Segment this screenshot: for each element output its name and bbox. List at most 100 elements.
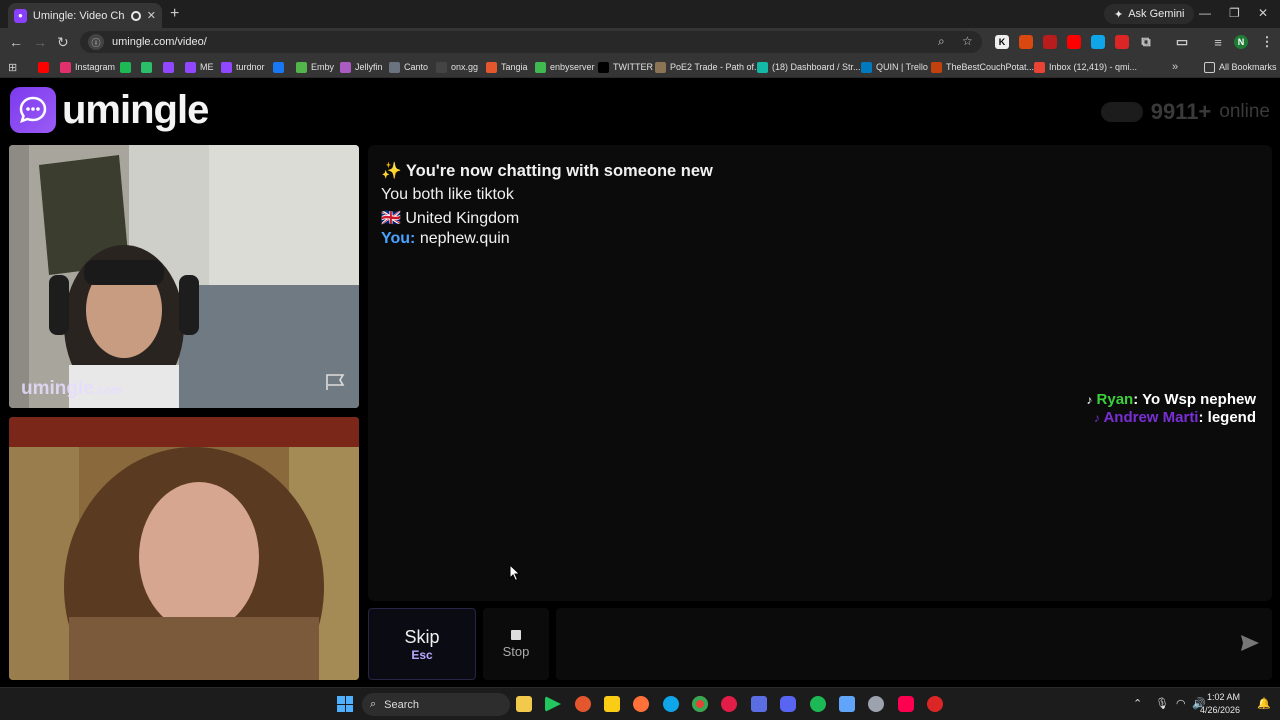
folder-icon bbox=[1204, 61, 1215, 73]
bookmark-item[interactable]: TheBestCouchPotat... bbox=[931, 60, 1034, 74]
bookmark-favicon-icon bbox=[655, 61, 666, 73]
bookmark-item[interactable] bbox=[120, 60, 131, 74]
bookmark-item[interactable] bbox=[163, 60, 174, 74]
you-message-text: nephew.quin bbox=[419, 230, 510, 247]
bookmark-label: Instagram bbox=[75, 62, 116, 72]
bookmark-favicon-icon bbox=[861, 61, 872, 73]
tab-search-icon[interactable]: ▭ bbox=[1175, 34, 1189, 49]
umingle-page: umingle 9911+ online umingle.com ✨ You'r… bbox=[0, 79, 1280, 687]
umingle-logo[interactable]: umingle bbox=[10, 87, 209, 133]
edge-icon[interactable] bbox=[663, 696, 679, 712]
bookmark-item[interactable]: Emby bbox=[296, 60, 334, 74]
bookmark-item[interactable]: Jellyfin bbox=[340, 60, 383, 74]
sticky-notes-icon[interactable] bbox=[604, 696, 620, 712]
extension-fox-icon[interactable] bbox=[1019, 35, 1033, 49]
ask-gemini-button[interactable]: ✦ Ask Gemini bbox=[1104, 4, 1195, 24]
bookmark-item[interactable]: QUIN | Trello bbox=[861, 60, 928, 74]
bookmark-item[interactable] bbox=[273, 60, 284, 74]
recording-indicator-icon bbox=[131, 10, 141, 21]
opera-icon[interactable] bbox=[721, 696, 737, 712]
url-text[interactable]: umingle.com/video/ bbox=[112, 36, 207, 48]
notification-bell-icon[interactable]: 🔔 bbox=[1257, 697, 1271, 710]
bookmark-favicon-icon bbox=[120, 61, 131, 73]
all-bookmarks-button[interactable]: All Bookmarks bbox=[1204, 60, 1277, 74]
online-toggle[interactable] bbox=[1100, 102, 1143, 122]
bookmark-label: Tangia bbox=[501, 62, 528, 72]
omnibox[interactable]: ⓘ umingle.com/video/ ⌕ ☆ bbox=[80, 31, 982, 53]
notepad-icon[interactable] bbox=[839, 696, 855, 712]
media-player-icon[interactable] bbox=[545, 696, 561, 712]
online-count: 9911+ bbox=[1150, 99, 1212, 124]
bookmark-item[interactable]: enbyserver bbox=[535, 60, 595, 74]
tray-overflow-icon[interactable]: ⌃ bbox=[1133, 697, 1142, 710]
bookmark-favicon-icon bbox=[185, 61, 196, 73]
bookmark-star-icon[interactable]: ☆ bbox=[962, 34, 973, 48]
bookmark-favicon-icon bbox=[221, 61, 232, 73]
zoom-icon[interactable]: ⌕ bbox=[938, 34, 945, 49]
minimize-icon[interactable]: — bbox=[1199, 6, 1211, 20]
chrome-icon[interactable] bbox=[692, 696, 708, 712]
tiktok-comment-user: Andrew Marti bbox=[1103, 409, 1199, 426]
browser-menu-icon[interactable]: ⋮ bbox=[1260, 34, 1274, 49]
media-controls-icon[interactable]: ≡ bbox=[1211, 35, 1225, 50]
wifi-icon[interactable]: ◠ bbox=[1176, 697, 1186, 710]
bookmark-item[interactable]: Inbox (12,419) - qmi... bbox=[1034, 60, 1137, 74]
extension-k-icon[interactable]: K bbox=[995, 35, 1009, 49]
message-input[interactable] bbox=[556, 608, 1216, 680]
bookmark-item[interactable]: (18) Dashboard / Str... bbox=[757, 60, 861, 74]
bookmarks-bar: ⊞ Instagram ME turdnor Emby Jellyfin Canto onx… bbox=[0, 56, 1280, 78]
report-flag-icon[interactable] bbox=[325, 373, 347, 396]
extension-blue-icon[interactable] bbox=[1091, 35, 1105, 49]
spotify-icon[interactable] bbox=[810, 696, 826, 712]
app-blue-icon[interactable] bbox=[751, 696, 767, 712]
bookmark-item[interactable]: PoE2 Trade - Path of... bbox=[655, 60, 762, 74]
back-icon[interactable]: ← bbox=[9, 34, 23, 50]
forward-icon[interactable]: → bbox=[33, 34, 47, 50]
bookmark-item[interactable]: Tangia bbox=[486, 60, 528, 74]
new-tab-icon[interactable]: + bbox=[170, 5, 179, 23]
extensions-puzzle-icon[interactable]: ⧉ bbox=[1139, 34, 1153, 49]
file-explorer-icon[interactable] bbox=[516, 696, 532, 712]
stop-icon bbox=[511, 629, 521, 640]
extension-tag-icon[interactable] bbox=[1115, 35, 1129, 49]
send-icon[interactable] bbox=[1240, 634, 1260, 657]
apps-grid-icon[interactable]: ⊞ bbox=[8, 60, 17, 74]
profile-avatar[interactable]: N bbox=[1234, 35, 1248, 49]
bookmark-item[interactable] bbox=[141, 60, 152, 74]
skip-label: Skip bbox=[404, 626, 440, 647]
bookmark-label: onx.gg bbox=[451, 62, 479, 72]
taskbar-search[interactable]: ⌕ Search bbox=[362, 693, 510, 716]
bookmark-item[interactable]: TWITTER bbox=[598, 60, 653, 74]
app-orange-icon[interactable] bbox=[575, 696, 591, 712]
bookmark-label: TWITTER bbox=[613, 62, 653, 72]
obs-icon[interactable] bbox=[868, 696, 884, 712]
stranger-country: 🇬🇧 United Kingdom bbox=[381, 208, 519, 228]
firefox-icon[interactable] bbox=[633, 696, 649, 712]
more-bookmarks-icon[interactable]: » bbox=[1172, 60, 1178, 74]
bookmark-item[interactable]: Canto bbox=[389, 60, 428, 74]
close-tab-icon[interactable]: ✕ bbox=[147, 9, 156, 22]
start-windows-icon[interactable] bbox=[337, 696, 353, 712]
site-info-icon[interactable]: ⓘ bbox=[88, 34, 104, 50]
taskbar-clock[interactable]: 1:02 AM 4/26/2026 bbox=[1200, 691, 1240, 717]
bookmark-favicon-icon bbox=[931, 61, 942, 73]
tiktok-icon[interactable] bbox=[898, 696, 914, 712]
close-window-icon[interactable]: ✕ bbox=[1258, 6, 1268, 20]
app-red-icon[interactable] bbox=[927, 696, 943, 712]
bookmark-item[interactable]: Instagram bbox=[60, 60, 115, 74]
extension-red-icon[interactable] bbox=[1043, 35, 1057, 49]
browser-tab[interactable]: ● Umingle: Video Chat with S ✕ bbox=[8, 3, 162, 28]
reload-icon[interactable]: ↻ bbox=[57, 34, 69, 51]
bookmark-item[interactable] bbox=[38, 60, 49, 74]
microphone-icon[interactable]: 🎙 bbox=[1155, 697, 1169, 710]
skip-button[interactable]: Skip Esc bbox=[368, 608, 476, 680]
restore-icon[interactable]: ❐ bbox=[1229, 6, 1240, 20]
bookmark-item[interactable]: onx.gg bbox=[436, 60, 478, 74]
bookmark-item[interactable]: turdnor bbox=[221, 60, 265, 74]
discord-icon[interactable] bbox=[780, 696, 796, 712]
stop-button[interactable]: Stop bbox=[483, 608, 549, 680]
bookmark-item[interactable]: ME bbox=[185, 60, 214, 74]
extension-youtube-icon[interactable] bbox=[1067, 35, 1081, 49]
chat-status: ✨ You're now chatting with someone new bbox=[381, 162, 713, 180]
umingle-watermark: umingle.com bbox=[21, 378, 122, 399]
